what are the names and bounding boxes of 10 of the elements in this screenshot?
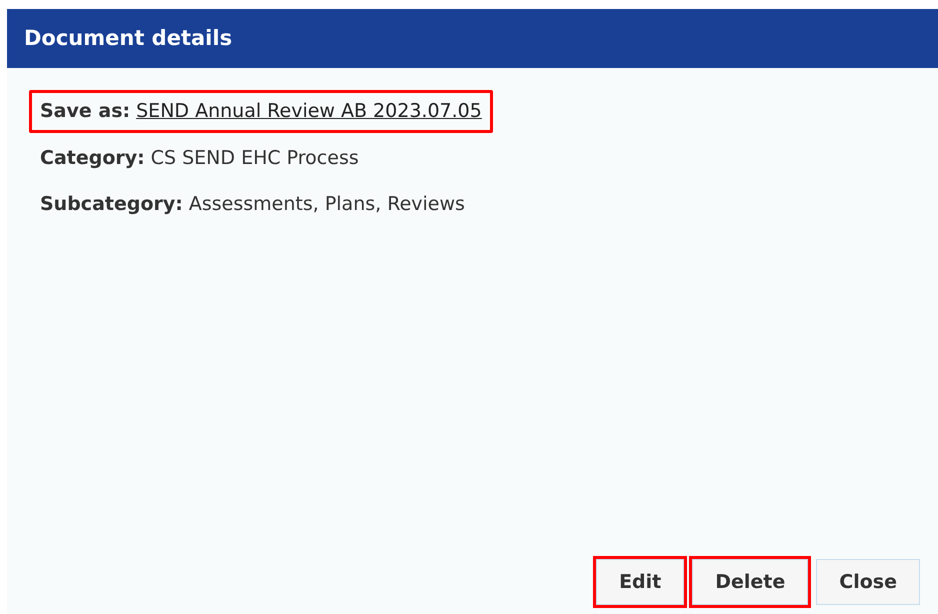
dialog-title: Document details [24, 24, 232, 52]
detail-value: CS SEND EHC Process [150, 146, 359, 170]
detail-label: Subcategory: [40, 192, 183, 217]
dialog-button[interactable]: Close [816, 558, 920, 605]
detail-label: Category: [40, 146, 145, 170]
detail-value: Assessments, Plans, Reviews [188, 192, 465, 217]
file-name-link[interactable]: SEND Annual Review AB 2023.07.05 [136, 97, 482, 126]
dialog-button[interactable]: Edit [596, 558, 684, 605]
detail-label: Save as: [40, 99, 130, 124]
dialog-button[interactable]: Delete [692, 558, 808, 605]
